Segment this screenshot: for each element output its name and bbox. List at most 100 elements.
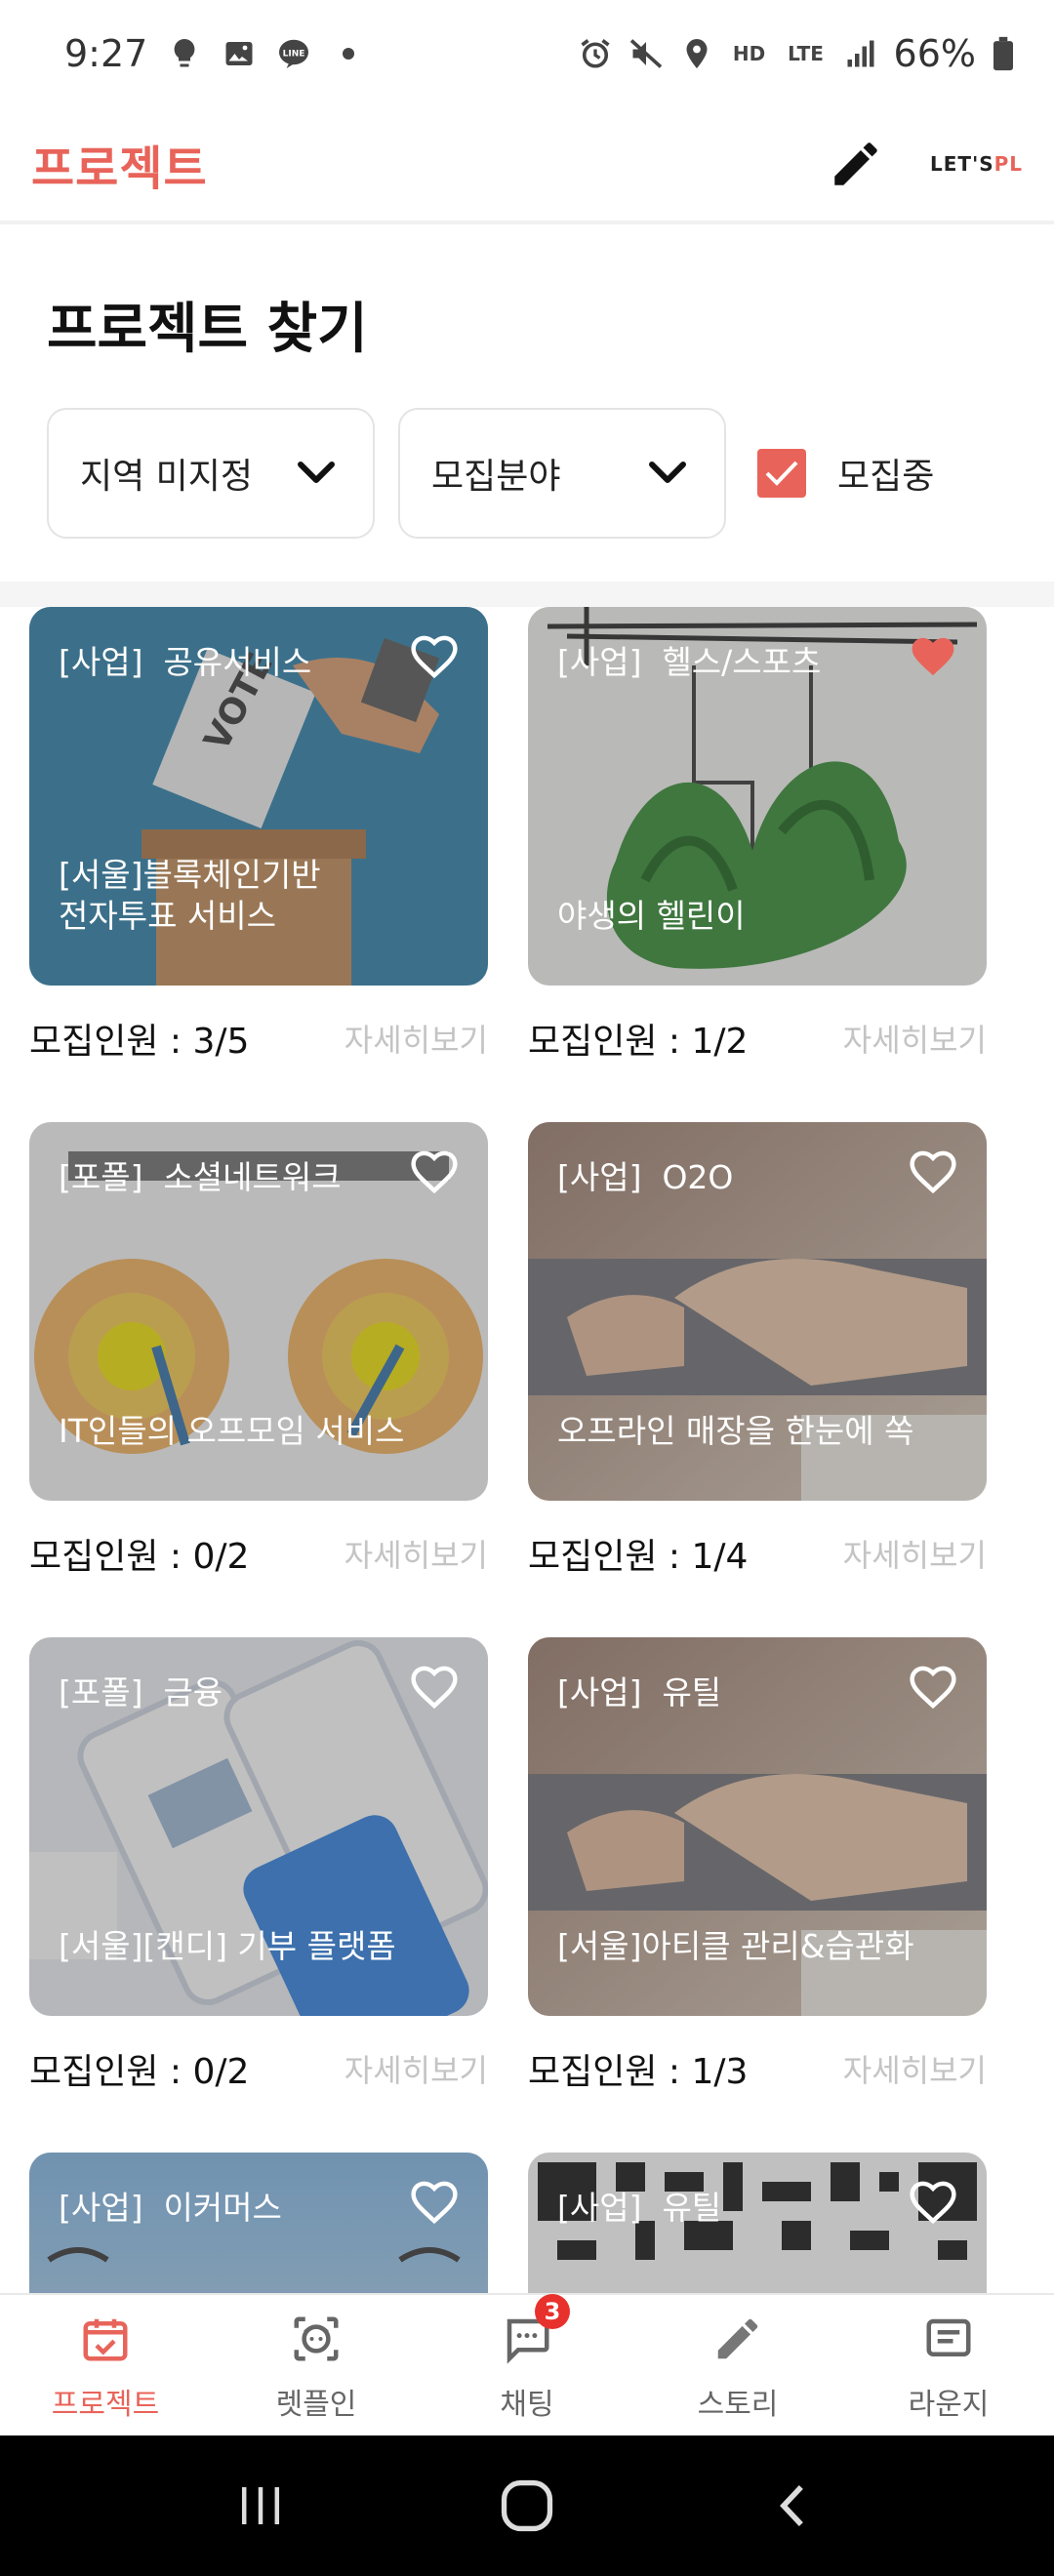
- project-card[interactable]: [포폴] 금융 [서울][캔디] 기부 플랫폼 모집인원 : 0/2 자세히보기: [29, 1637, 488, 2121]
- field-dropdown-label: 모집분야: [431, 457, 561, 497]
- region-dropdown-label: 지역 미지정: [80, 457, 254, 497]
- project-card[interactable]: [사업] 유틸 [서울]아티클 관리&습관화 모집인원 : 1/3 자세히보기: [528, 1637, 987, 2121]
- nav-item-letsplin[interactable]: 렛플인: [211, 2295, 422, 2435]
- project-category: [사업] 헬스/스포츠: [557, 643, 822, 681]
- project-card-image[interactable]: [사업] 유틸: [528, 2153, 987, 2293]
- face-scan-icon: [285, 2308, 347, 2370]
- pencil-icon: [834, 142, 877, 185]
- project-category: [포폴] 소셜네트워크: [59, 1158, 342, 1196]
- nav-label-project: 프로젝트: [51, 2388, 160, 2422]
- heart-outline-icon[interactable]: [408, 2176, 461, 2229]
- project-card-image[interactable]: [사업] 이커머스: [29, 2153, 488, 2293]
- recruiting-filter[interactable]: 모집중: [757, 448, 934, 499]
- heart-outline-icon[interactable]: [408, 630, 461, 683]
- page-heading: 프로젝트 찾기: [47, 298, 368, 361]
- recruiting-checkbox[interactable]: [757, 449, 806, 498]
- heart-filled-icon[interactable]: [907, 630, 959, 683]
- project-card-image[interactable]: [포폴] 금융 [서울][캔디] 기부 플랫폼: [29, 1637, 488, 2016]
- region-dropdown[interactable]: 지역 미지정: [47, 408, 375, 539]
- recents-icon[interactable]: [222, 2467, 300, 2545]
- back-icon[interactable]: [754, 2467, 832, 2545]
- heart-outline-icon[interactable]: [907, 2176, 959, 2229]
- mute-icon: [628, 36, 664, 71]
- recruiting-label: 모집중: [837, 457, 935, 497]
- nav-item-story[interactable]: 스토리: [632, 2295, 843, 2435]
- filter-row: 지역 미지정 모집분야 모집중: [47, 408, 1023, 539]
- project-grid: VOTE [사업] 공유서비스 [서울]블록체인기반 전자투표 서비스 모집인원…: [29, 607, 1025, 2293]
- system-nav: [0, 2435, 1054, 2576]
- project-members: 모집인원 : 1/2: [528, 1022, 749, 1062]
- nav-item-project[interactable]: 프로젝트: [0, 2295, 211, 2435]
- signal-icon: [843, 36, 878, 71]
- heart-outline-icon[interactable]: [907, 1661, 959, 1713]
- app-header: 프로젝트 LET'SPL: [0, 107, 1054, 224]
- message-box-icon: [917, 2308, 980, 2370]
- detail-link[interactable]: 자세히보기: [843, 1531, 987, 1576]
- project-card[interactable]: VOTE [사업] 공유서비스 [서울]블록체인기반 전자투표 서비스 모집인원…: [29, 607, 488, 1091]
- home-icon[interactable]: [488, 2467, 566, 2545]
- nav-item-chat[interactable]: 3 채팅: [422, 2294, 632, 2435]
- project-card[interactable]: [사업] 유틸: [528, 2153, 987, 2293]
- nav-label-story: 스토리: [697, 2388, 779, 2422]
- lte-icon: LTE: [788, 42, 824, 65]
- project-card[interactable]: [사업] 헬스/스포츠 야생의 헬린이 모집인원 : 1/2 자세히보기: [528, 607, 987, 1091]
- project-members: 모집인원 : 1/4: [528, 1537, 749, 1577]
- detail-link[interactable]: 자세히보기: [345, 1016, 488, 1061]
- project-category: [사업] 이커머스: [59, 2189, 282, 2227]
- project-category: [포폴] 금융: [59, 1673, 223, 1711]
- battery-icon: [992, 36, 1015, 71]
- chevron-down-icon: [298, 462, 335, 483]
- chevron-down-icon: [649, 462, 686, 483]
- nav-label-lounge: 라운지: [908, 2388, 990, 2422]
- chat-badge: 3: [535, 2294, 570, 2329]
- heart-outline-icon[interactable]: [408, 1146, 461, 1198]
- lightbulb-icon: [167, 36, 202, 71]
- project-card[interactable]: [포폴] 소셜네트워크 IT인들의 오프모임 서비스 모집인원 : 0/2 자세…: [29, 1122, 488, 1606]
- project-card-image[interactable]: VOTE [사업] 공유서비스 [서울]블록체인기반 전자투표 서비스: [29, 607, 488, 986]
- heart-outline-icon[interactable]: [907, 1146, 959, 1198]
- detail-link[interactable]: 자세히보기: [843, 1016, 987, 1061]
- bottom-nav: 프로젝트 렛플인 3 채팅 스토리 라운지: [0, 2293, 1054, 2435]
- project-members: 모집인원 : 1/3: [528, 2052, 749, 2092]
- project-title: 야생의 헬린이: [557, 897, 746, 935]
- app-title: 프로젝트: [31, 141, 208, 196]
- nav-label-letsplin: 렛플인: [275, 2388, 357, 2422]
- calendar-check-icon: [74, 2308, 137, 2370]
- project-title: [서울][캔디] 기부 플랫폼: [59, 1927, 396, 1965]
- field-dropdown[interactable]: 모집분야: [398, 408, 726, 539]
- project-category: [사업] 유틸: [557, 2189, 722, 2227]
- line-app-icon: LINE: [276, 36, 311, 71]
- section-divider: [0, 582, 1054, 607]
- status-time: 9:27: [64, 32, 148, 75]
- detail-link[interactable]: 자세히보기: [345, 1531, 488, 1576]
- image-icon: [222, 36, 257, 71]
- detail-link[interactable]: 자세히보기: [843, 2046, 987, 2091]
- project-members: 모집인원 : 0/2: [29, 1537, 250, 1577]
- project-card[interactable]: [사업] O2O 오프라인 매장을 한눈에 쏙 모집인원 : 1/4 자세히보기: [528, 1122, 987, 1606]
- project-title: [서울]블록체인기반 전자투표 서비스: [59, 856, 321, 935]
- project-title: [서울]아티클 관리&습관화: [557, 1927, 914, 1965]
- project-members: 모집인원 : 0/2: [29, 2052, 250, 2092]
- project-card-image[interactable]: [포폴] 소셜네트워크 IT인들의 오프모임 서비스: [29, 1122, 488, 1501]
- line-label: LINE: [283, 49, 305, 59]
- chat-bubble-icon: 3: [496, 2294, 570, 2370]
- project-members: 모집인원 : 3/5: [29, 1022, 250, 1062]
- hd-voice-icon: HD: [732, 42, 766, 65]
- nav-label-chat: 채팅: [500, 2388, 554, 2422]
- project-card-image[interactable]: [사업] O2O 오프라인 매장을 한눈에 쏙: [528, 1122, 987, 1501]
- dot-icon: [331, 36, 366, 71]
- project-card-image[interactable]: [사업] 헬스/스포츠 야생의 헬린이: [528, 607, 987, 986]
- nav-item-lounge[interactable]: 라운지: [843, 2295, 1054, 2435]
- project-card-image[interactable]: [사업] 유틸 [서울]아티클 관리&습관화: [528, 1637, 987, 2016]
- detail-link[interactable]: 자세히보기: [345, 2046, 488, 2091]
- project-card[interactable]: [사업] 이커머스: [29, 2153, 488, 2293]
- location-icon: [679, 36, 714, 71]
- status-bar: 9:27 LINE HD LTE 66%: [0, 0, 1054, 107]
- project-category: [사업] O2O: [557, 1158, 734, 1196]
- alarm-icon: [578, 36, 613, 71]
- brand-logo[interactable]: LET'SPL: [930, 152, 1023, 176]
- pencil-icon: [707, 2308, 769, 2370]
- heart-outline-icon[interactable]: [408, 1661, 461, 1713]
- edit-button[interactable]: [825, 133, 887, 195]
- project-category: [사업] 유틸: [557, 1673, 722, 1711]
